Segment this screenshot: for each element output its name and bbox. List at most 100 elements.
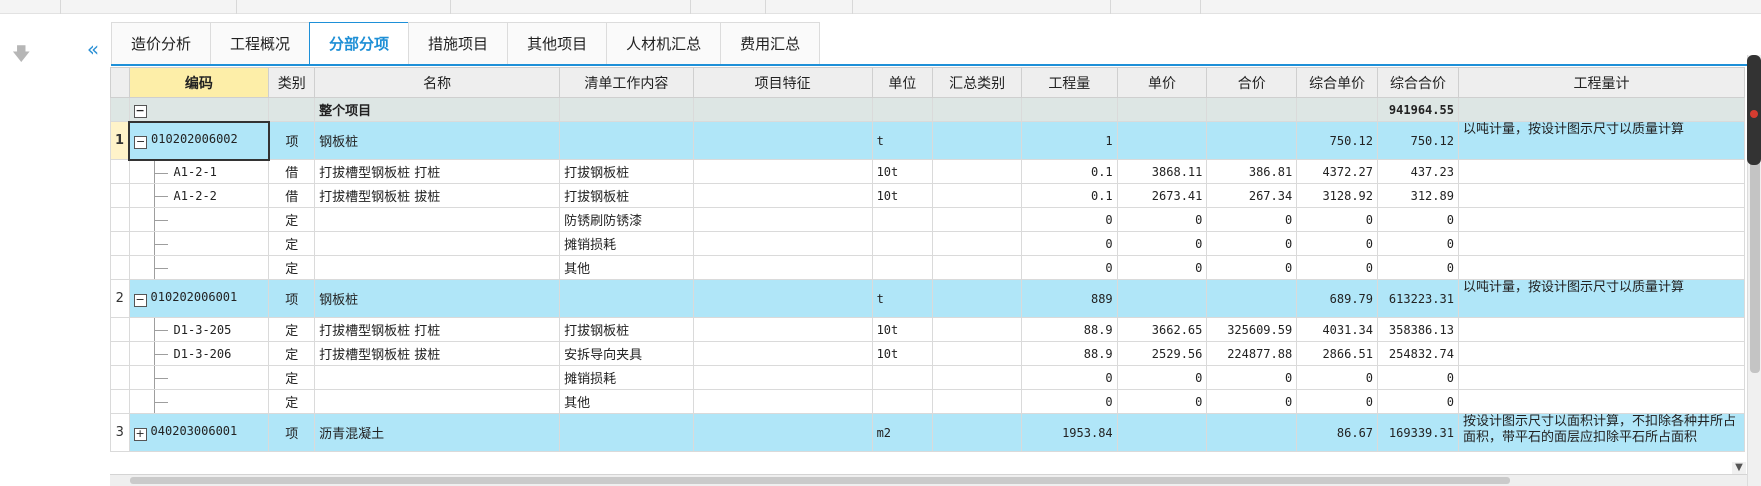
composite-price-cell[interactable]: 4372.27 xyxy=(1296,159,1379,184)
composite-amount-cell[interactable]: 613223.31 xyxy=(1377,279,1459,318)
column-header[interactable]: 编码 xyxy=(128,67,270,98)
quantity-cell[interactable]: 88.9 xyxy=(1020,317,1118,342)
quantity-rule-cell[interactable]: 按设计图示尺寸以面积计算，不扣除各种井所占面积，带平石的面层应扣除平石所占面积 xyxy=(1457,413,1745,452)
unit-cell[interactable] xyxy=(871,231,934,256)
sub-row[interactable]: A1-2-1 借打拔槽型钢板桩 打桩 打拔钢板桩 10t 0.1 3868.11 386.8… xyxy=(110,159,1745,184)
composite-price-cell[interactable]: 750.12 xyxy=(1296,121,1379,160)
code-cell[interactable] xyxy=(128,231,270,256)
composite-price-cell[interactable]: 0 xyxy=(1296,231,1379,256)
feature-cell[interactable] xyxy=(692,255,873,280)
column-header[interactable]: 清单工作内容 xyxy=(559,67,694,98)
unit-price-cell[interactable]: 2529.56 xyxy=(1116,341,1208,366)
unit-price-cell[interactable]: 0 xyxy=(1116,231,1208,256)
sum-category-cell[interactable] xyxy=(932,207,1022,232)
amount-cell[interactable]: 224877.88 xyxy=(1206,341,1298,366)
sub-row[interactable]: D1-3-206 定打拔槽型钢板桩 拔桩 安拆导向夹具 10t 88.9 2529.56 2… xyxy=(110,341,1745,366)
category-cell[interactable]: 项 xyxy=(268,279,316,318)
composite-amount-cell[interactable]: 750.12 xyxy=(1377,121,1459,160)
unit-price-cell[interactable] xyxy=(1116,413,1208,452)
unit-cell[interactable]: 10t xyxy=(871,317,934,342)
amount-cell[interactable]: 0 xyxy=(1206,255,1298,280)
code-cell[interactable]: A1-2-2 xyxy=(128,183,270,208)
item-row[interactable]: 2−010202006001 项钢板桩 t 889 689.79 613223.31 以吨计… xyxy=(110,279,1745,318)
sum-category-cell[interactable] xyxy=(932,389,1022,414)
code-cell[interactable] xyxy=(128,207,270,232)
quantity-cell[interactable]: 0 xyxy=(1020,389,1118,414)
name-cell[interactable]: 打拔槽型钢板桩 打桩 xyxy=(314,159,561,184)
amount-cell[interactable]: 0 xyxy=(1206,231,1298,256)
name-cell[interactable] xyxy=(314,389,561,414)
composite-amount-cell[interactable]: 0 xyxy=(1377,389,1459,414)
sum-category-cell[interactable] xyxy=(932,279,1022,318)
composite-amount-cell[interactable]: 254832.74 xyxy=(1377,341,1459,366)
category-cell[interactable]: 定 xyxy=(268,207,316,232)
column-header[interactable]: 综合合价 xyxy=(1377,67,1459,98)
name-cell[interactable]: 打拔槽型钢板桩 拔桩 xyxy=(314,183,561,208)
unit-price-cell[interactable]: 0 xyxy=(1116,389,1208,414)
quantity-rule-cell[interactable]: 以吨计量，按设计图示尺寸以质量计算 xyxy=(1457,121,1745,160)
table-cell[interactable] xyxy=(1116,97,1208,122)
unit-cell[interactable]: 10t xyxy=(871,341,934,366)
column-header[interactable]: 合价 xyxy=(1206,67,1298,98)
sum-category-cell[interactable] xyxy=(932,159,1022,184)
sum-category-cell[interactable] xyxy=(932,231,1022,256)
row-number[interactable] xyxy=(110,159,130,184)
row-number[interactable]: 2 xyxy=(110,279,130,318)
content-cell[interactable]: 打拔钢板桩 xyxy=(559,317,694,342)
column-header[interactable]: 单价 xyxy=(1116,67,1208,98)
code-cell[interactable]: D1-3-205 xyxy=(128,317,270,342)
feature-cell[interactable] xyxy=(692,365,873,390)
scrollbar-thumb[interactable] xyxy=(130,477,1510,484)
column-header[interactable]: 名称 xyxy=(314,67,561,98)
sub-row[interactable]: D1-3-205 定打拔槽型钢板桩 打桩 打拔钢板桩 10t 88.9 3662.65 32… xyxy=(110,317,1745,342)
amount-cell[interactable]: 0 xyxy=(1206,207,1298,232)
composite-price-cell[interactable]: 0 xyxy=(1296,207,1379,232)
name-cell[interactable]: 打拔槽型钢板桩 打桩 xyxy=(314,317,561,342)
quantity-cell[interactable]: 0 xyxy=(1020,365,1118,390)
tab-6[interactable]: 费用汇总 xyxy=(720,22,821,64)
feature-cell[interactable] xyxy=(692,231,873,256)
item-row[interactable]: 3 +040203006001 项沥青混凝土 m2 1953.84 86.67 169339… xyxy=(110,413,1745,452)
table-cell[interactable] xyxy=(1296,97,1379,122)
chevron-down-icon[interactable]: ▼ xyxy=(1732,462,1746,474)
code-cell[interactable] xyxy=(128,365,270,390)
row-number[interactable] xyxy=(110,341,130,366)
sub-row[interactable]: 定摊销损耗 0 0 0 0 0 xyxy=(110,231,1745,256)
unit-price-cell[interactable]: 0 xyxy=(1116,365,1208,390)
unit-price-cell[interactable]: 0 xyxy=(1116,255,1208,280)
collapse-minus-icon[interactable]: − xyxy=(134,136,148,149)
column-header[interactable]: 汇总类别 xyxy=(932,67,1022,98)
content-cell[interactable]: 防锈刷防锈漆 xyxy=(559,207,694,232)
table-cell[interactable] xyxy=(1020,97,1118,122)
tab-1[interactable]: 工程概况 xyxy=(210,22,311,64)
amount-cell[interactable] xyxy=(1206,121,1298,160)
table-cell[interactable] xyxy=(1206,97,1298,122)
feature-cell[interactable] xyxy=(692,341,873,366)
row-number[interactable] xyxy=(110,365,130,390)
tab-0[interactable]: 造价分析 xyxy=(111,22,212,64)
column-header[interactable]: 单位 xyxy=(871,67,934,98)
collapse-minus-icon[interactable]: − xyxy=(133,104,147,118)
composite-price-cell[interactable]: 86.67 xyxy=(1296,413,1379,452)
unit-cell[interactable] xyxy=(871,365,934,390)
sum-category-cell[interactable] xyxy=(932,121,1022,160)
quantity-rule-cell[interactable]: 以吨计量，按设计图示尺寸以质量计算 xyxy=(1457,279,1745,318)
composite-amount-cell[interactable]: 0 xyxy=(1377,207,1459,232)
category-cell[interactable]: 借 xyxy=(268,159,316,184)
amount-cell[interactable] xyxy=(1206,413,1298,452)
composite-price-cell[interactable]: 0 xyxy=(1296,365,1379,390)
content-cell[interactable]: 打拔钢板桩 xyxy=(559,159,694,184)
amount-cell[interactable]: 0 xyxy=(1206,365,1298,390)
unit-cell[interactable] xyxy=(871,207,934,232)
category-cell[interactable]: 定 xyxy=(268,255,316,280)
unit-price-cell[interactable]: 0 xyxy=(1116,207,1208,232)
total-row[interactable]: − 整个项目 941964.55 xyxy=(110,97,1745,122)
quantity-rule-cell[interactable] xyxy=(1457,341,1745,366)
column-header[interactable]: 项目特征 xyxy=(692,67,873,98)
code-cell[interactable]: A1-2-1 xyxy=(128,159,270,184)
row-number[interactable] xyxy=(110,231,130,256)
composite-price-cell[interactable]: 0 xyxy=(1296,255,1379,280)
sub-row[interactable]: 定其他 0 0 0 0 0 xyxy=(110,255,1745,280)
composite-price-cell[interactable]: 2866.51 xyxy=(1296,341,1379,366)
sub-row[interactable]: A1-2-2 借打拔槽型钢板桩 拔桩 打拔钢板桩 10t 0.1 2673.41 267.3… xyxy=(110,183,1745,208)
